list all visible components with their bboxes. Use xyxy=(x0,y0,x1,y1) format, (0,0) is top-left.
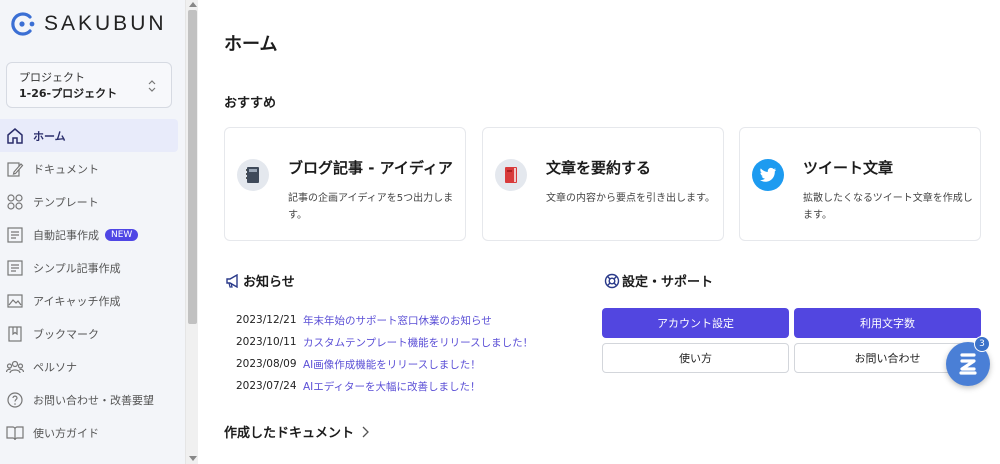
news-list: 2023/12/21 年末年始のサポート窓口休業のお知らせ 2023/10/11… xyxy=(236,309,533,397)
chevron-updown-icon xyxy=(148,80,156,92)
news-link[interactable]: カスタムテンプレート機能をリリースしました！ xyxy=(303,335,533,350)
news-date: 2023/08/09 xyxy=(236,358,297,370)
help-icon xyxy=(6,391,24,409)
news-link[interactable]: 年末年始のサポート窓口休業のお知らせ xyxy=(303,313,492,328)
image-icon xyxy=(6,292,24,310)
news-link[interactable]: AI画像作成機能をリリースしました！ xyxy=(303,357,481,372)
sidebar-item-persona[interactable]: ペルソナ xyxy=(0,350,185,383)
main-content: ホーム おすすめ ブログ記事 - アイディア 記事の企画アイディアを5つ出力しま… xyxy=(198,0,1000,464)
project-value: 1-26-プロジェクト xyxy=(19,87,118,100)
users-icon xyxy=(6,358,24,376)
chevron-right-icon xyxy=(362,426,369,437)
sidebar-item-label: お問い合わせ・改善要望 xyxy=(33,393,154,407)
settings-heading-text: 設定・サポート xyxy=(622,275,714,290)
sidebar-item-documents[interactable]: ドキュメント xyxy=(0,152,185,185)
sidebar-item-templates[interactable]: テンプレート xyxy=(0,185,185,218)
card-summarize[interactable]: 文章を要約する 文章の内容から要点を引き出します。 xyxy=(482,127,724,241)
account-settings-button[interactable]: アカウント設定 xyxy=(602,308,789,338)
card-description: 記事の企画アイディアを5つ出力します。 xyxy=(288,193,454,221)
app-logo[interactable]: SAKUBUN xyxy=(8,10,167,38)
chat-badge: 3 xyxy=(974,336,990,352)
sidebar-item-guide[interactable]: 使い方ガイド xyxy=(0,416,185,449)
documents-heading[interactable]: 作成したドキュメント xyxy=(224,422,370,441)
logo-icon xyxy=(11,12,35,36)
card-blog-idea[interactable]: ブログ記事 - アイディア 記事の企画アイディアを5つ出力します。 xyxy=(224,127,466,241)
sidebar-item-label: ドキュメント xyxy=(33,162,99,176)
chat-logo-icon xyxy=(959,353,977,375)
card-title: ツイート文章 xyxy=(803,159,894,177)
sidebar-item-label: ペルソナ xyxy=(33,360,77,374)
bookmark-icon xyxy=(6,325,24,343)
recommend-heading: おすすめ xyxy=(224,96,277,111)
sidebar-item-home[interactable]: ホーム xyxy=(0,119,178,152)
news-heading-text: お知らせ xyxy=(243,275,295,290)
card-description: 拡散したくなるツイート文章を作成します。 xyxy=(803,193,973,221)
news-item[interactable]: 2023/12/21 年末年始のサポート窓口休業のお知らせ xyxy=(236,309,533,331)
settings-heading: 設定・サポート xyxy=(604,271,713,290)
project-selector[interactable]: プロジェクト 1-26-プロジェクト xyxy=(6,62,172,108)
news-heading: お知らせ xyxy=(225,271,295,290)
news-item[interactable]: 2023/07/24 AIエディターを大幅に改善しました！ xyxy=(236,375,533,397)
scroll-up-arrow-icon[interactable] xyxy=(189,2,197,7)
howto-button[interactable]: 使い方 xyxy=(602,343,789,373)
sidebar-item-label: ホーム xyxy=(33,129,66,143)
card-description: 文章の内容から要点を引き出します。 xyxy=(546,193,715,204)
scroll-down-arrow-icon[interactable] xyxy=(189,456,197,461)
sidebar-item-label: テンプレート xyxy=(33,195,99,209)
sidebar-item-bookmark[interactable]: ブックマーク xyxy=(0,317,185,350)
home-icon xyxy=(6,127,24,145)
sidebar-item-label: 使い方ガイド xyxy=(33,426,99,440)
pencil-icon xyxy=(6,160,24,178)
book-icon xyxy=(6,424,24,442)
card-title: ブログ記事 - アイディア xyxy=(288,159,453,177)
news-date: 2023/10/11 xyxy=(236,336,297,348)
page-title: ホーム xyxy=(224,34,278,55)
sidebar-item-label: ブックマーク xyxy=(33,327,99,341)
news-link[interactable]: AIエディターを大幅に改善しました！ xyxy=(303,379,481,394)
sidebar-nav: ホーム ドキュメント テンプレート 自動記事作成 NEW シンプル記事作成 アイ… xyxy=(0,119,185,449)
sidebar-item-eyecatch[interactable]: アイキャッチ作成 xyxy=(0,284,185,317)
lifebuoy-icon xyxy=(604,273,620,288)
sidebar-item-auto-article[interactable]: 自動記事作成 NEW xyxy=(0,218,185,251)
sidebar-scrollbar[interactable] xyxy=(185,0,198,464)
sidebar-item-label: 自動記事作成 xyxy=(33,228,99,242)
news-item[interactable]: 2023/10/11 カスタムテンプレート機能をリリースしました！ xyxy=(236,331,533,353)
sidebar-item-label: シンプル記事作成 xyxy=(33,261,121,275)
new-badge: NEW xyxy=(105,228,139,241)
document-icon xyxy=(6,259,24,277)
grid-icon xyxy=(6,193,24,211)
sidebar-item-label: アイキャッチ作成 xyxy=(33,294,121,308)
notebook-icon xyxy=(237,159,269,191)
card-title: 文章を要約する xyxy=(546,159,652,177)
twitter-icon xyxy=(752,159,784,191)
news-date: 2023/12/21 xyxy=(236,314,297,326)
megaphone-icon xyxy=(226,273,238,288)
usage-button[interactable]: 利用文字数 xyxy=(794,308,981,338)
app-name: SAKUBUN xyxy=(44,12,167,35)
scrollbar-thumb[interactable] xyxy=(188,10,197,324)
card-tweet[interactable]: ツイート文章 拡散したくなるツイート文章を作成します。 xyxy=(739,127,981,241)
documents-heading-text: 作成したドキュメント xyxy=(224,426,355,441)
red-book-icon xyxy=(495,159,527,191)
sidebar-item-simple-article[interactable]: シンプル記事作成 xyxy=(0,251,185,284)
sidebar: SAKUBUN プロジェクト 1-26-プロジェクト ホーム ドキュメント テン… xyxy=(0,0,185,464)
sidebar-item-contact[interactable]: お問い合わせ・改善要望 xyxy=(0,383,185,416)
news-item[interactable]: 2023/08/09 AI画像作成機能をリリースしました！ xyxy=(236,353,533,375)
news-date: 2023/07/24 xyxy=(236,380,297,392)
document-icon xyxy=(6,226,24,244)
project-label: プロジェクト xyxy=(19,71,85,84)
